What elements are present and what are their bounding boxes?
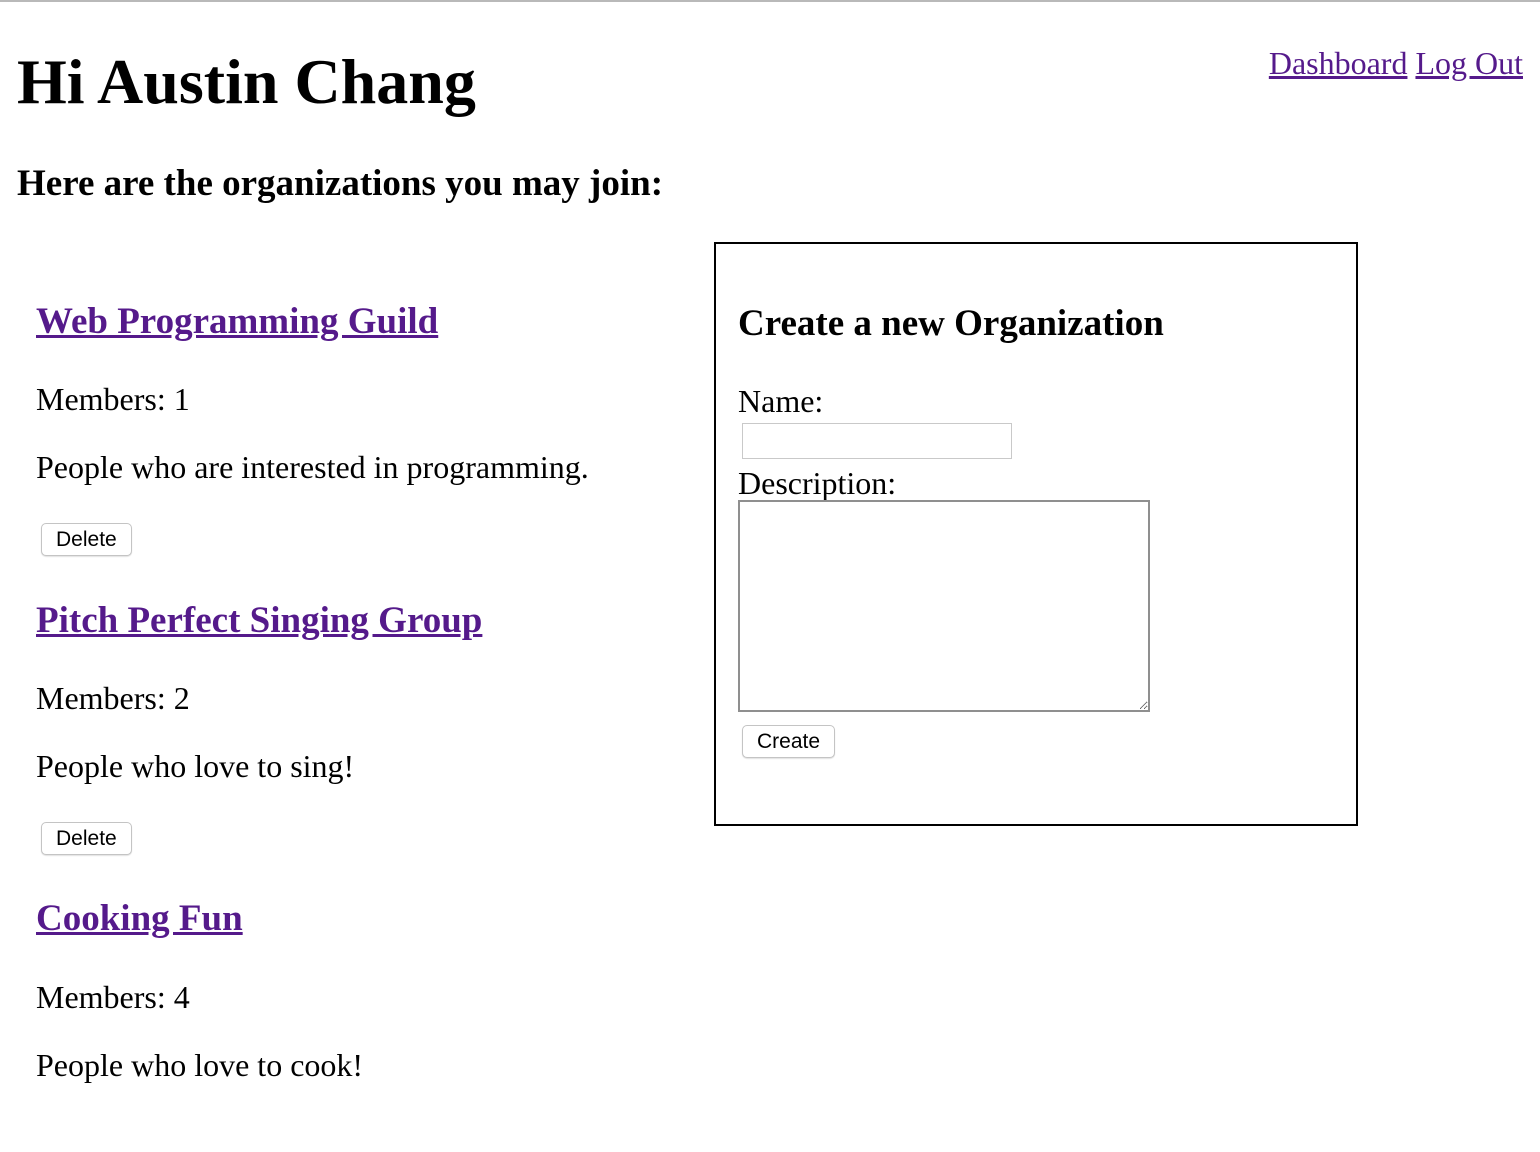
organization-members: Members: 1 bbox=[36, 381, 190, 417]
create-organization-panel: Create a new Organization Name: Descript… bbox=[714, 242, 1358, 826]
organization-title: Web Programming Guild bbox=[36, 300, 438, 344]
dashboard-link[interactable]: Dashboard bbox=[1269, 45, 1408, 81]
window-top-border bbox=[0, 0, 1540, 2]
organization-link[interactable]: Cooking Fun bbox=[36, 898, 243, 939]
organization-link[interactable]: Web Programming Guild bbox=[36, 301, 438, 342]
organization-link[interactable]: Pitch Perfect Singing Group bbox=[36, 600, 482, 641]
page-title: Hi Austin Chang bbox=[17, 46, 476, 117]
organization-members: Members: 4 bbox=[36, 979, 190, 1015]
create-button[interactable]: Create bbox=[742, 725, 836, 758]
name-label: Name: bbox=[738, 383, 824, 419]
organization-description: People who love to cook! bbox=[36, 1047, 364, 1083]
organization-title: Pitch Perfect Singing Group bbox=[36, 599, 482, 643]
description-label: Description: bbox=[738, 465, 897, 501]
logout-link[interactable]: Log Out bbox=[1415, 45, 1523, 81]
create-organization-title: Create a new Organization bbox=[738, 303, 1164, 344]
top-nav: Dashboard Log Out bbox=[1269, 44, 1523, 82]
organization-name-input[interactable] bbox=[742, 423, 1012, 459]
delete-button[interactable]: Delete bbox=[41, 523, 132, 556]
organization-description: People who are interested in programming… bbox=[36, 449, 589, 485]
organization-members: Members: 2 bbox=[36, 680, 190, 716]
organization-description: People who love to sing! bbox=[36, 748, 355, 784]
organizations-heading: Here are the organizations you may join: bbox=[17, 163, 664, 204]
delete-button[interactable]: Delete bbox=[41, 822, 132, 855]
organization-title: Cooking Fun bbox=[36, 897, 243, 941]
organization-description-input[interactable] bbox=[738, 500, 1150, 712]
